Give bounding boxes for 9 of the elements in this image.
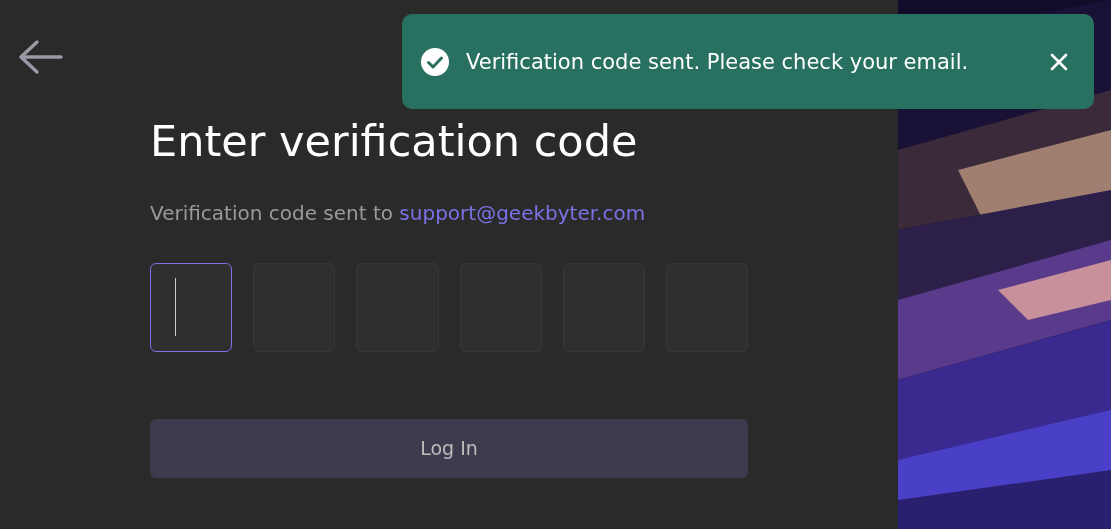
subtitle-text: Verification code sent to support@geekbyter.com: [150, 200, 647, 225]
arrow-left-icon: [17, 39, 63, 75]
email-link[interactable]: support@geekbyter.com: [399, 200, 646, 225]
toast-message: Verification code sent. Please check your email.: [466, 49, 970, 74]
text-cursor: [175, 278, 176, 337]
code-digit-field[interactable]: [150, 262, 233, 352]
back-button[interactable]: [16, 38, 64, 76]
page-heading: Enter verification code: [150, 116, 639, 168]
check-circle-icon: [420, 46, 450, 77]
